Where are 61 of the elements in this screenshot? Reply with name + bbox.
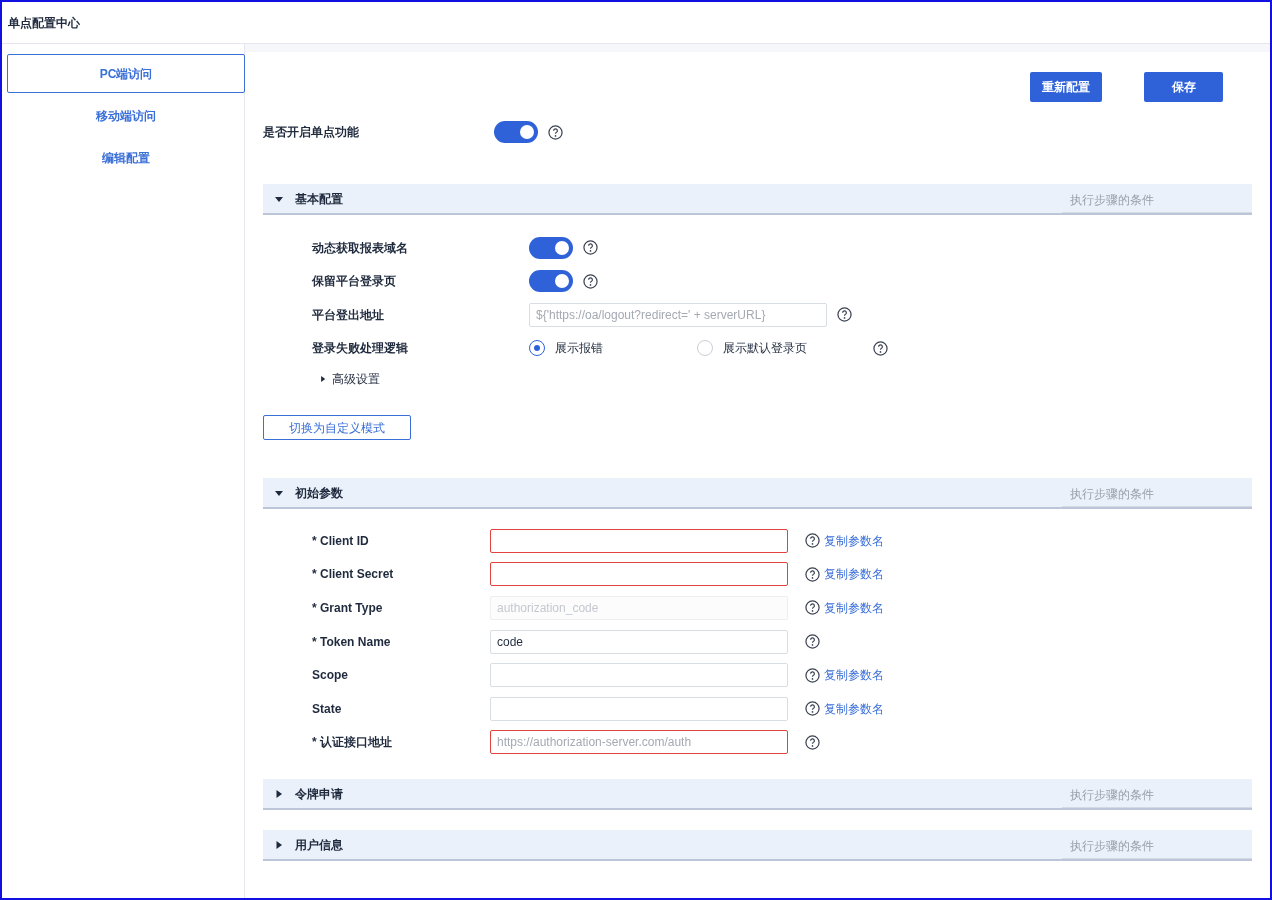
help-icon[interactable] [805, 701, 820, 717]
section-title: 基本配置 [295, 190, 344, 208]
copy-name-link[interactable]: 复制参数名 [824, 565, 1252, 584]
sidebar-tab[interactable]: PC端访问 [7, 54, 245, 93]
input-field[interactable] [490, 528, 788, 553]
field-label: * Token Name [312, 633, 392, 651]
field-label: * Client Secret [312, 566, 395, 584]
toggle-switch[interactable] [494, 121, 538, 143]
help-icon[interactable] [805, 634, 820, 650]
condition-field[interactable]: 执行步骤的条件 [1062, 187, 1252, 213]
copy-name-link[interactable]: 复制参数名 [824, 666, 1252, 685]
section-title: 令牌申请 [295, 785, 344, 803]
field-label: * Grant Type [312, 600, 384, 617]
help-icon[interactable] [837, 307, 852, 323]
field-label: 登录失败处理逻辑 [312, 340, 409, 358]
field-label: State [312, 700, 343, 718]
reconfigure-button[interactable]: 重新配置 [1030, 72, 1102, 102]
toggle-switch[interactable] [529, 236, 573, 259]
field-label: 保留平台登录页 [312, 273, 397, 291]
section-title: 初始参数 [295, 484, 344, 502]
field-label: 动态获取报表域名 [312, 239, 409, 257]
field-label: 平台登出地址 [312, 306, 385, 324]
sidebar-tab[interactable]: 移动端访问 [7, 96, 245, 135]
save-button[interactable]: 保存 [1144, 72, 1223, 102]
caret-icon[interactable] [275, 789, 283, 798]
help-icon[interactable] [805, 533, 820, 549]
caret-icon[interactable] [275, 488, 283, 497]
field-label: * Client ID [312, 532, 370, 550]
section-header[interactable]: 基本配置 执行步骤的条件 [263, 184, 1252, 215]
help-icon[interactable] [805, 667, 820, 683]
help-icon[interactable] [583, 240, 598, 256]
condition-field[interactable]: 执行步骤的条件 [1062, 782, 1252, 809]
toggle-switch[interactable] [529, 270, 573, 293]
help-icon[interactable] [548, 124, 563, 140]
caret-icon[interactable] [275, 840, 283, 849]
caret-icon[interactable] [320, 375, 326, 383]
condition-field[interactable]: 执行步骤的条件 [1062, 481, 1252, 507]
field-label: Scope [312, 667, 349, 685]
caret-icon[interactable] [275, 194, 283, 203]
advanced-settings-toggle[interactable]: 高级设置 [312, 365, 380, 393]
copy-name-link[interactable]: 复制参数名 [824, 699, 1252, 718]
section-header[interactable]: 令牌申请 执行步骤的条件 [263, 779, 1252, 811]
sidebar-tab[interactable]: 编辑配置 [7, 138, 245, 177]
input-field[interactable] [490, 562, 788, 587]
help-icon[interactable] [805, 566, 820, 582]
radio-option[interactable]: 展示默认登录页 [697, 339, 873, 358]
help-icon[interactable] [805, 600, 820, 616]
input-field[interactable]: code [490, 629, 788, 654]
switch-label: 是否开启单点功能 [263, 124, 360, 141]
section-title: 用户信息 [295, 836, 344, 854]
help-icon[interactable] [873, 340, 888, 356]
radio-option[interactable]: 展示报错 [529, 339, 697, 358]
section-header[interactable]: 用户信息 执行步骤的条件 [263, 830, 1252, 862]
help-icon[interactable] [583, 273, 598, 289]
help-icon[interactable] [805, 734, 820, 750]
section-header[interactable]: 初始参数 执行步骤的条件 [263, 478, 1252, 509]
condition-field[interactable]: 执行步骤的条件 [1062, 833, 1252, 860]
copy-name-link[interactable]: 复制参数名 [824, 531, 1252, 550]
field-label: * 认证接口地址 [312, 734, 393, 752]
custom-mode-button[interactable]: 切换为自定义模式 [263, 415, 411, 440]
input-field[interactable]: https://authorization-server.com/auth [490, 730, 788, 755]
